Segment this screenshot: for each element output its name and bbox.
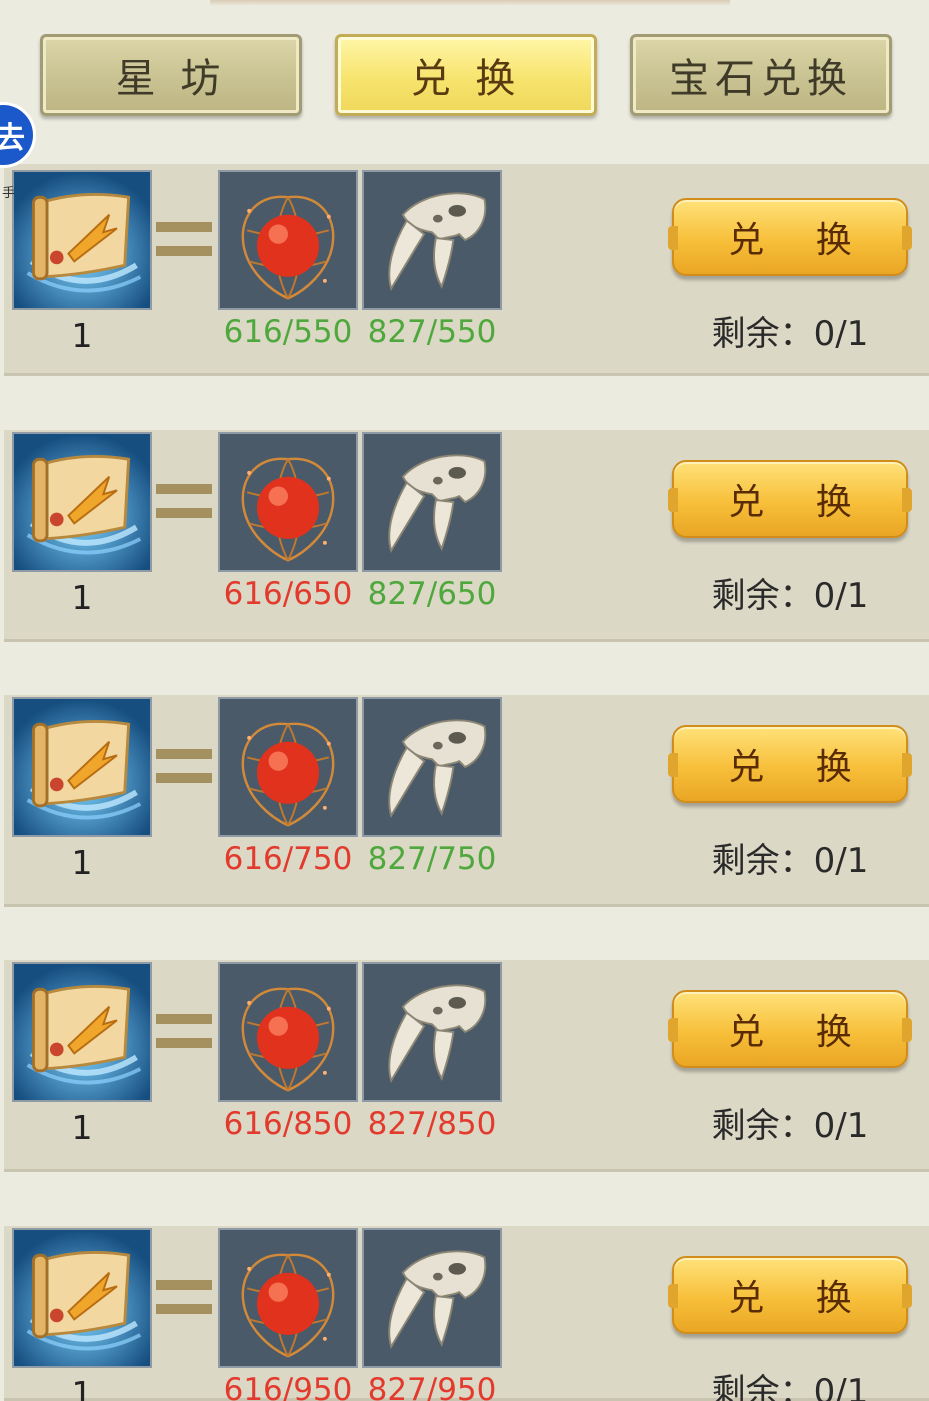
scroll-icon[interactable] <box>12 1228 152 1368</box>
reward-quantity: 1 <box>71 316 93 355</box>
exchange-row: 1 616/850 827/850 兑 换 剩余：0/1 <box>4 960 929 1172</box>
reward-quantity: 1 <box>71 843 93 882</box>
tab-star-workshop[interactable]: 星 坊 <box>40 34 302 116</box>
red-orb-icon[interactable] <box>218 1228 358 1368</box>
remaining-count: 剩余：0/1 <box>711 1372 869 1401</box>
remaining-count: 剩余：0/1 <box>711 841 869 881</box>
fang-skull-icon[interactable] <box>362 697 502 837</box>
remaining-count: 剩余：0/1 <box>711 576 869 616</box>
tab-bar: 星 坊 兑 换 宝石兑换 <box>40 34 892 118</box>
material2-count: 827/650 <box>367 576 497 612</box>
exchange-button[interactable]: 兑 换 <box>668 198 912 276</box>
exchange-button[interactable]: 兑 换 <box>668 725 912 803</box>
equals-sign <box>156 484 212 524</box>
material1-count: 616/950 <box>223 1372 353 1401</box>
tab-gem-exchange[interactable]: 宝石兑换 <box>630 34 892 116</box>
top-edge <box>210 0 730 6</box>
material2-count: 827/550 <box>367 314 497 350</box>
exchange-button[interactable]: 兑 换 <box>668 460 912 538</box>
material1-count: 616/650 <box>223 576 353 612</box>
material1-count: 616/850 <box>223 1106 353 1142</box>
badge-circle: 去 <box>0 102 36 168</box>
exchange-button[interactable]: 兑 换 <box>668 990 912 1068</box>
reward-quantity: 1 <box>71 1374 93 1401</box>
remaining-count: 剩余：0/1 <box>711 314 869 354</box>
equals-sign <box>156 222 212 262</box>
equals-sign <box>156 749 212 789</box>
exchange-row: 1 616/550 827/550 兑 换 剩余：0/1 <box>4 164 929 376</box>
material2-count: 827/750 <box>367 841 497 877</box>
material1-count: 616/750 <box>223 841 353 877</box>
tab-label: 星 坊 <box>115 56 227 102</box>
exchange-row: 1 616/750 827/750 兑 换 剩余：0/1 <box>4 695 929 907</box>
fang-skull-icon[interactable] <box>362 170 502 310</box>
red-orb-icon[interactable] <box>218 170 358 310</box>
exchange-row: 1 616/950 827/950 兑 换 剩余：0/1 <box>4 1226 929 1401</box>
badge-caption: 手 <box>2 186 16 201</box>
red-orb-icon[interactable] <box>218 432 358 572</box>
exchange-button[interactable]: 兑 换 <box>668 1256 912 1334</box>
reward-quantity: 1 <box>71 1108 93 1147</box>
reward-quantity: 1 <box>71 578 93 617</box>
equals-sign <box>156 1014 212 1054</box>
scroll-icon[interactable] <box>12 432 152 572</box>
red-orb-icon[interactable] <box>218 697 358 837</box>
fang-skull-icon[interactable] <box>362 1228 502 1368</box>
scroll-icon[interactable] <box>12 962 152 1102</box>
tab-label: 兑 换 <box>410 56 522 102</box>
exchange-row: 1 616/650 827/650 兑 换 剩余：0/1 <box>4 430 929 642</box>
floating-badge[interactable]: 去 手 <box>0 102 36 202</box>
fang-skull-icon[interactable] <box>362 962 502 1102</box>
tab-exchange[interactable]: 兑 换 <box>335 34 597 116</box>
material1-count: 616/550 <box>223 314 353 350</box>
material2-count: 827/950 <box>367 1372 497 1401</box>
scroll-icon[interactable] <box>12 697 152 837</box>
equals-sign <box>156 1280 212 1320</box>
remaining-count: 剩余：0/1 <box>711 1106 869 1146</box>
red-orb-icon[interactable] <box>218 962 358 1102</box>
fang-skull-icon[interactable] <box>362 432 502 572</box>
tab-label: 宝石兑换 <box>669 56 853 102</box>
material2-count: 827/850 <box>367 1106 497 1142</box>
